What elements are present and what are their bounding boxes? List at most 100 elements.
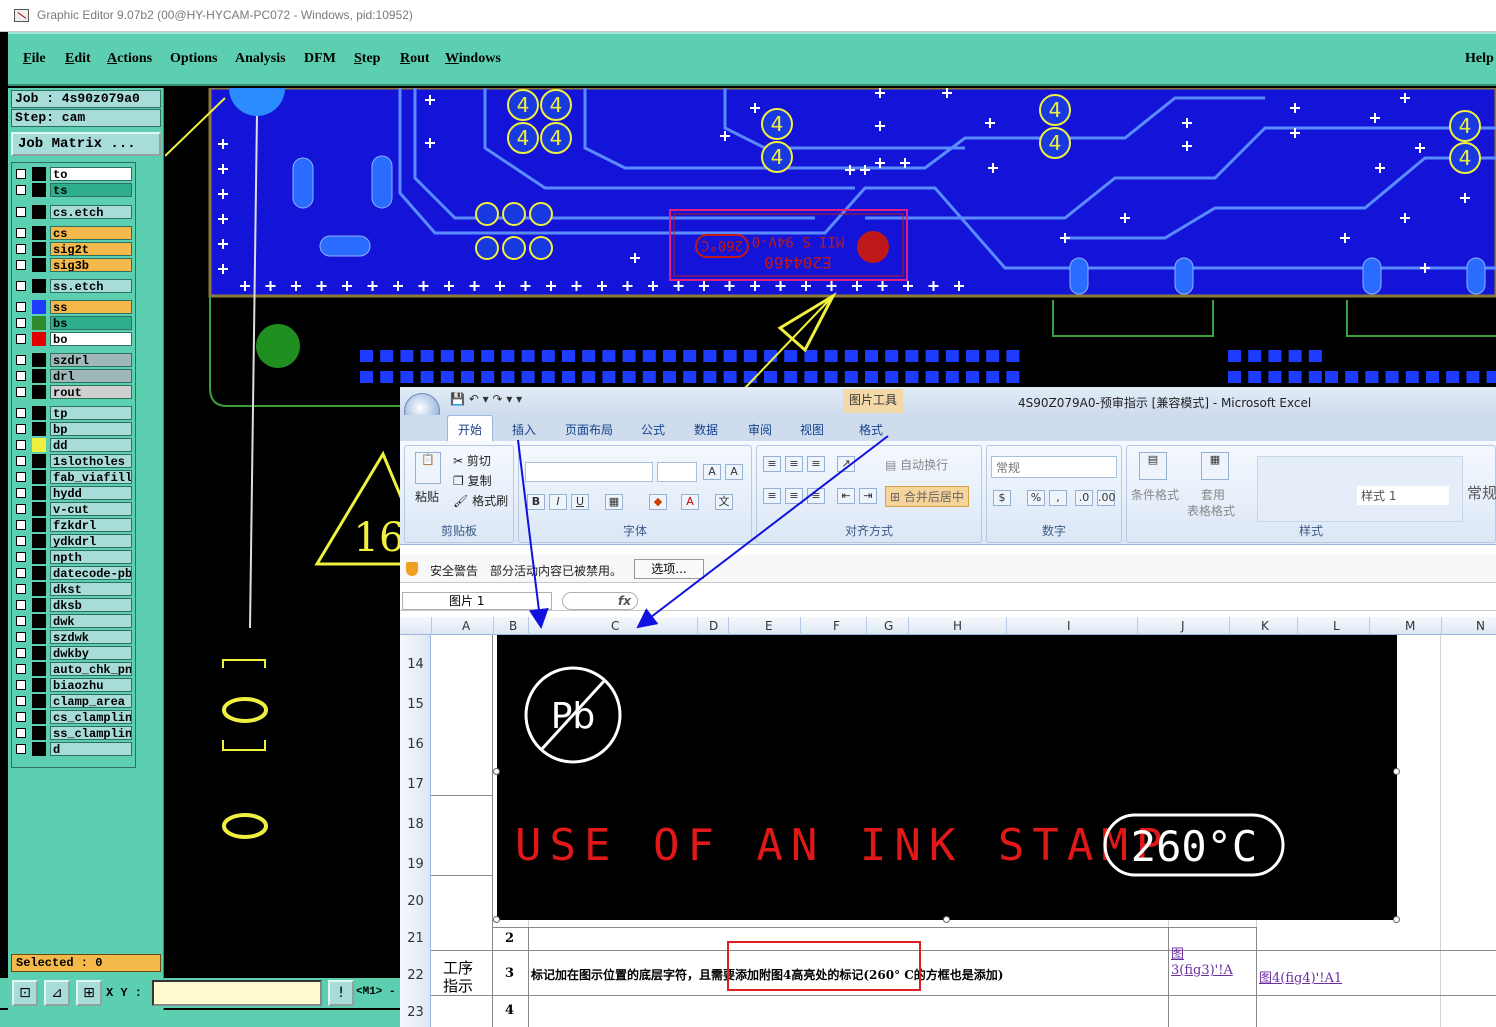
layer-color-swatch[interactable] bbox=[32, 646, 46, 660]
layer-name[interactable]: npth bbox=[50, 550, 132, 564]
layer-row-tp[interactable]: tp bbox=[14, 406, 132, 420]
percent-icon[interactable]: % bbox=[1027, 490, 1045, 506]
tab-insert[interactable]: 插入 bbox=[512, 421, 536, 438]
layer-name[interactable]: dd bbox=[50, 438, 132, 452]
table-format-button-line2[interactable]: 表格格式 bbox=[1187, 502, 1235, 519]
layer-row-rout[interactable]: rout bbox=[14, 385, 132, 399]
layer-row-bo[interactable]: bo bbox=[14, 332, 132, 346]
resize-handle[interactable] bbox=[493, 916, 500, 923]
row-header-15[interactable]: 15 bbox=[400, 697, 431, 712]
layer-checkbox[interactable] bbox=[16, 648, 26, 658]
layer-name[interactable]: szdrl bbox=[50, 353, 132, 367]
style-normal-item[interactable]: 常规 bbox=[1467, 482, 1496, 503]
grow-font-icon[interactable]: A bbox=[703, 464, 721, 480]
layer-row-dwkby[interactable]: dwkby bbox=[14, 646, 132, 660]
tab-data[interactable]: 数据 bbox=[694, 421, 718, 438]
copy-button[interactable]: ❐ 复制 bbox=[453, 472, 492, 489]
layer-row-1slotholes[interactable]: 1slotholes bbox=[14, 454, 132, 468]
comma-icon[interactable]: , bbox=[1049, 490, 1067, 506]
column-header-B[interactable]: B bbox=[509, 619, 517, 633]
layer-checkbox[interactable] bbox=[16, 440, 26, 450]
layer-color-swatch[interactable] bbox=[32, 678, 46, 692]
layer-checkbox[interactable] bbox=[16, 387, 26, 397]
italic-icon[interactable]: I bbox=[549, 494, 567, 510]
layer-row-bp[interactable]: bp bbox=[14, 422, 132, 436]
layer-color-swatch[interactable] bbox=[32, 726, 46, 740]
layer-checkbox[interactable] bbox=[16, 355, 26, 365]
fill-color-icon[interactable]: ◆ bbox=[649, 494, 667, 510]
layer-row-bs[interactable]: bs bbox=[14, 316, 132, 330]
layer-checkbox[interactable] bbox=[16, 371, 26, 381]
layer-name[interactable]: cs_clampline bbox=[50, 710, 132, 724]
layer-name[interactable]: ss_clampline bbox=[50, 726, 132, 740]
layer-color-swatch[interactable] bbox=[32, 582, 46, 596]
layer-name[interactable]: dwk bbox=[50, 614, 132, 628]
increase-indent-icon[interactable]: ⇥ bbox=[859, 488, 877, 504]
layer-checkbox[interactable] bbox=[16, 712, 26, 722]
underline-icon[interactable]: U bbox=[571, 494, 589, 510]
layer-checkbox[interactable] bbox=[16, 744, 26, 754]
layer-checkbox[interactable] bbox=[16, 260, 26, 270]
layer-checkbox[interactable] bbox=[16, 472, 26, 482]
align-middle-icon[interactable]: ≡ bbox=[785, 456, 803, 472]
layer-checkbox[interactable] bbox=[16, 728, 26, 738]
layer-checkbox[interactable] bbox=[16, 334, 26, 344]
layer-checkbox[interactable] bbox=[16, 244, 26, 254]
layer-row-fab_viafill[interactable]: fab_viafill bbox=[14, 470, 132, 484]
phonetic-icon[interactable]: 文 bbox=[715, 494, 733, 510]
layer-row-dd[interactable]: dd bbox=[14, 438, 132, 452]
layer-color-swatch[interactable] bbox=[32, 710, 46, 724]
layer-row-datecode-pbe[interactable]: datecode-pbe bbox=[14, 566, 132, 580]
layer-name[interactable]: ss bbox=[50, 300, 132, 314]
layer-row-drl[interactable]: drl bbox=[14, 369, 132, 383]
layer-color-swatch[interactable] bbox=[32, 242, 46, 256]
table-format-icon[interactable]: ▦ bbox=[1201, 452, 1229, 480]
picture-1[interactable]: Pb USE OF AN INK STAMP 260°C bbox=[493, 635, 1400, 923]
layer-row-biaozhu[interactable]: biaozhu bbox=[14, 678, 132, 692]
row-header-16[interactable]: 16 bbox=[400, 737, 431, 752]
layer-name[interactable]: rout bbox=[50, 385, 132, 399]
layer-checkbox[interactable] bbox=[16, 185, 26, 195]
layer-checkbox[interactable] bbox=[16, 552, 26, 562]
layer-color-swatch[interactable] bbox=[32, 518, 46, 532]
menu-windows[interactable]: Windows bbox=[445, 51, 501, 67]
table-format-button-line1[interactable]: 套用 bbox=[1201, 486, 1225, 503]
layer-checkbox[interactable] bbox=[16, 318, 26, 328]
layer-checkbox[interactable] bbox=[16, 568, 26, 578]
security-options-button[interactable]: 选项... bbox=[634, 559, 704, 579]
layer-checkbox[interactable] bbox=[16, 424, 26, 434]
border-icon[interactable]: ▦ bbox=[605, 494, 623, 510]
decrease-decimal-icon[interactable]: .00 bbox=[1097, 490, 1116, 506]
layer-name[interactable]: dwkby bbox=[50, 646, 132, 660]
layer-checkbox[interactable] bbox=[16, 207, 26, 217]
layer-row-hydd[interactable]: hydd bbox=[14, 486, 132, 500]
layer-name[interactable]: fzkdrl bbox=[50, 518, 132, 532]
layer-row-dksb[interactable]: dksb bbox=[14, 598, 132, 612]
layer-name[interactable]: d bbox=[50, 742, 132, 756]
number-format-select[interactable]: 常规 bbox=[991, 456, 1117, 478]
font-color-icon[interactable]: A bbox=[681, 494, 699, 510]
menu-help[interactable]: Help bbox=[1465, 51, 1494, 67]
grid-tool[interactable]: ⊞ bbox=[76, 980, 102, 1006]
xy-input[interactable] bbox=[152, 980, 322, 1006]
layer-name[interactable]: drl bbox=[50, 369, 132, 383]
layer-row-v-cut[interactable]: v-cut bbox=[14, 502, 132, 516]
conditional-format-icon[interactable]: ▤ bbox=[1139, 452, 1167, 480]
layer-color-swatch[interactable] bbox=[32, 422, 46, 436]
column-header-G[interactable]: G bbox=[884, 619, 893, 633]
row-header-14[interactable]: 14 bbox=[400, 657, 431, 672]
menu-options[interactable]: Options bbox=[170, 51, 217, 67]
menu-step[interactable]: Step bbox=[354, 51, 380, 67]
menu-edit[interactable]: Edit bbox=[65, 51, 91, 67]
layer-color-swatch[interactable] bbox=[32, 614, 46, 628]
layer-name[interactable]: ts bbox=[50, 183, 132, 197]
column-header-C[interactable]: C bbox=[611, 619, 619, 633]
fx-button[interactable]: fx bbox=[562, 592, 638, 610]
layer-row-ss[interactable]: ss bbox=[14, 300, 132, 314]
font-size-select[interactable] bbox=[657, 462, 697, 482]
layer-color-swatch[interactable] bbox=[32, 385, 46, 399]
layer-name[interactable]: biaozhu bbox=[50, 678, 132, 692]
align-top-icon[interactable]: ≡ bbox=[763, 456, 781, 472]
job-matrix-button[interactable]: Job Matrix ... bbox=[11, 132, 161, 156]
layer-checkbox[interactable] bbox=[16, 302, 26, 312]
